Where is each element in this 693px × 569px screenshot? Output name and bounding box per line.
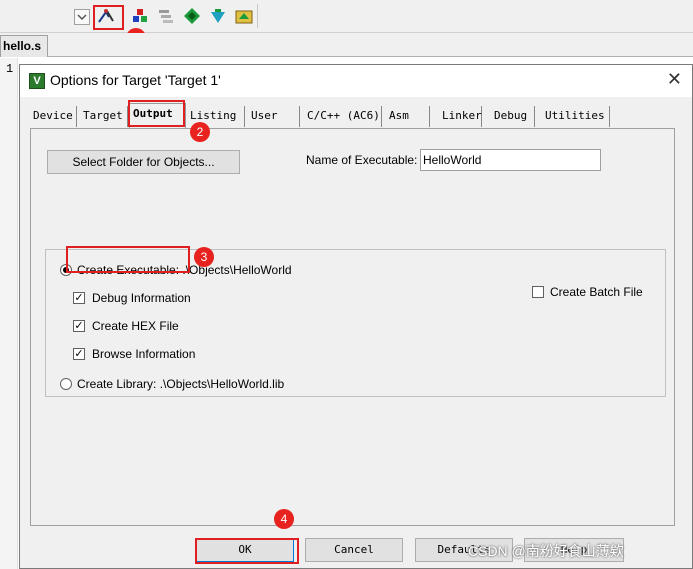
create-hex-file-label: Create HEX File [92, 319, 179, 333]
highlight-box-hex-file [66, 246, 190, 273]
create-hex-file-checkbox[interactable]: ✓ [73, 320, 85, 332]
close-icon[interactable]: ✕ [667, 69, 682, 90]
create-library-label: Create Library: .\Objects\HelloWorld.lib [77, 377, 285, 391]
tab-utilities[interactable]: Utilities [542, 106, 610, 127]
toolbar-separator [257, 4, 258, 28]
tab-debug[interactable]: Debug [491, 106, 535, 127]
translate-icon[interactable] [131, 7, 149, 25]
annotation-badge-4: 4 [274, 509, 294, 529]
keil-logo-icon: V [29, 73, 45, 89]
editor-gutter [0, 58, 18, 569]
annotation-badge-3: 3 [194, 247, 214, 267]
highlight-box-ok [195, 538, 299, 564]
tab-user[interactable]: User [248, 106, 300, 127]
create-batch-file-checkbox[interactable] [532, 286, 544, 298]
output-panel: Select Folder for Objects... Name of Exe… [30, 128, 675, 526]
executable-name-input[interactable]: HelloWorld [420, 149, 601, 171]
tab-linker[interactable]: Linker [439, 106, 482, 127]
debug-information-label: Debug Information [92, 291, 191, 305]
tab-device[interactable]: Device [30, 106, 77, 127]
file-tab-row: hello.s [0, 33, 693, 57]
batch-build-icon[interactable] [235, 7, 253, 25]
file-tab-hello[interactable]: hello.s [0, 35, 48, 57]
download-icon[interactable] [209, 7, 227, 25]
line-number: 1 [6, 62, 14, 76]
rebuild-icon[interactable] [183, 7, 201, 25]
cancel-button[interactable]: Cancel [305, 538, 403, 562]
browse-information-label: Browse Information [92, 347, 196, 361]
tab-cc-ac6[interactable]: C/C++ (AC6) [304, 106, 382, 127]
dropdown-icon[interactable] [74, 9, 90, 25]
tab-target[interactable]: Target [80, 106, 128, 127]
browse-information-checkbox[interactable]: ✓ [73, 348, 85, 360]
build-icon[interactable] [157, 7, 175, 25]
annotation-badge-2: 2 [190, 122, 210, 142]
options-dialog: V Options for Target 'Target 1' ✕ Device… [19, 64, 693, 569]
name-of-executable-label: Name of Executable: [306, 153, 418, 167]
select-folder-button[interactable]: Select Folder for Objects... [47, 150, 240, 174]
dialog-titlebar[interactable]: V Options for Target 'Target 1' ✕ [20, 65, 692, 97]
debug-information-checkbox[interactable]: ✓ [73, 292, 85, 304]
dialog-title: Options for Target 'Target 1' [50, 72, 221, 88]
watermark: CSDN @南粉好食山薄欸 [468, 543, 624, 559]
highlight-box-output-tab [128, 100, 185, 127]
create-batch-file-label: Create Batch File [550, 285, 643, 299]
highlight-box-target-options [93, 5, 124, 30]
create-library-radio[interactable] [60, 378, 72, 390]
tab-asm[interactable]: Asm [386, 106, 430, 127]
